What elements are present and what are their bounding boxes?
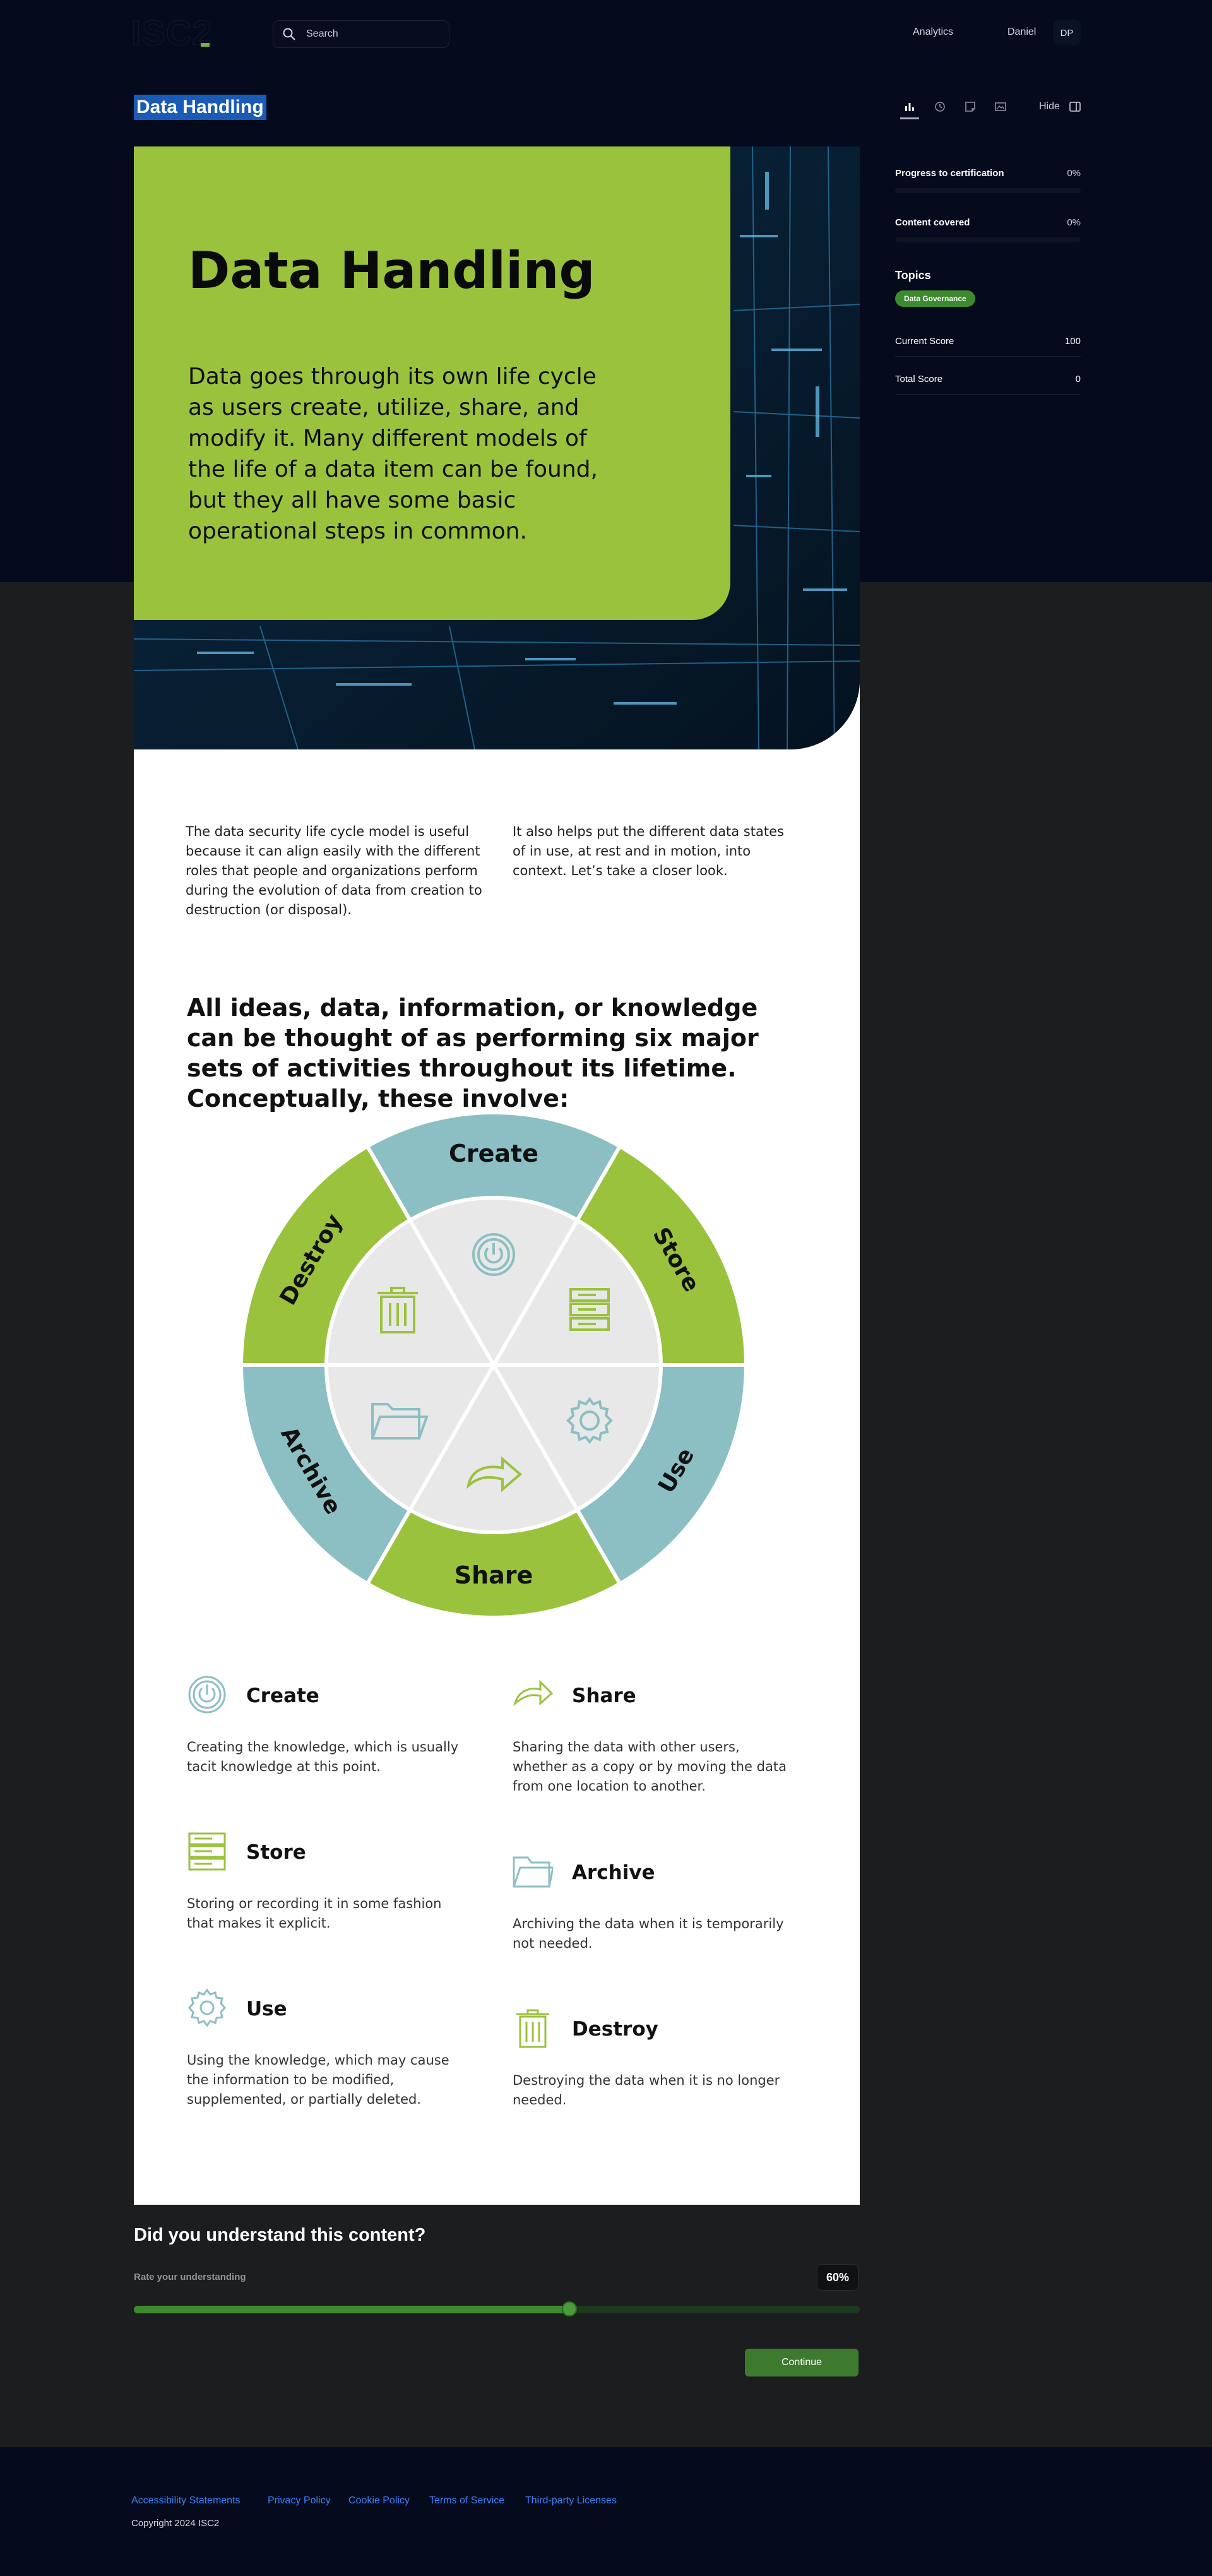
wheel-label-share: Share — [454, 1561, 533, 1589]
stage-store-title: Store — [246, 1841, 306, 1864]
hide-panel-label[interactable]: Hide — [1039, 101, 1060, 112]
folder-icon — [513, 1856, 553, 1888]
footer-link-accessibility[interactable]: Accessibility Statements — [131, 2495, 241, 2507]
stage-share-desc: Sharing the data with other users, wheth… — [513, 1739, 787, 1794]
rate-understanding-label: Rate your understanding — [134, 2272, 246, 2282]
feedback-title: Did you understand this content? — [134, 2225, 426, 2245]
nav-analytics-link[interactable]: Analytics — [913, 27, 953, 38]
content-covered: Content covered 0% — [895, 217, 1081, 249]
progress-certification: Progress to certification 0% — [895, 168, 1081, 200]
content-covered-label: Content covered — [895, 217, 970, 228]
understanding-slider-fill — [134, 2306, 569, 2313]
wheel-power-icon — [472, 1233, 515, 1276]
history-icon[interactable] — [933, 100, 947, 114]
topics-heading: Topics — [895, 269, 931, 282]
lesson-card: Data Handling Data goes through its own … — [134, 146, 860, 2205]
footer-link-privacy[interactable]: Privacy Policy — [268, 2495, 331, 2507]
hero-text: Data goes through its own life cycle as … — [188, 364, 598, 544]
footer-link-cookie[interactable]: Cookie Policy — [348, 2495, 410, 2507]
copyright: Copyright 2024 ISC2 — [131, 2518, 220, 2529]
stage-destroy-title: Destroy — [572, 2018, 658, 2041]
search-icon — [283, 28, 295, 40]
data-lifecycle-wheel: Create Store Use Share Archive Destroy — [241, 1112, 746, 1618]
current-score-value: 100 — [1064, 336, 1081, 347]
hero-title: Data Handling — [188, 241, 595, 300]
stage-share-title: Share — [572, 1685, 636, 1707]
top-header: ISC2 Search Analytics Daniel DP — [0, 0, 1212, 68]
progress-value: 0% — [1067, 168, 1081, 179]
stage-destroy-desc: Destroying the data when it is no longer… — [513, 2073, 780, 2108]
bar-chart-icon[interactable] — [903, 100, 917, 114]
collapse-panel-icon[interactable] — [1068, 100, 1082, 114]
understanding-value: 60% — [817, 2264, 858, 2291]
stage-destroy: Destroy Destroying the data when it is n… — [513, 2008, 816, 2121]
progress-label: Progress to certification — [895, 168, 1004, 179]
content-covered-value: 0% — [1067, 217, 1081, 228]
note-icon[interactable] — [963, 100, 977, 114]
content-covered-bar — [895, 237, 1081, 242]
server-icon — [188, 1832, 226, 1871]
progress-bar — [895, 188, 1081, 193]
power-icon — [188, 1676, 226, 1714]
intro-right-paragraph: It also helps put the different data sta… — [513, 824, 784, 878]
total-score-row: Total Score 0 — [895, 369, 1081, 395]
stage-use: Use Using the knowledge, which may cause… — [187, 1988, 490, 2114]
topic-chip[interactable]: Data Governance — [895, 290, 975, 307]
stage-create-title: Create — [246, 1685, 319, 1707]
image-icon[interactable] — [994, 100, 1007, 114]
current-score-row: Current Score 100 — [895, 331, 1081, 357]
stage-share: Share Sharing the data with other users,… — [513, 1674, 816, 1801]
hero-panel: Data Handling Data goes through its own … — [134, 146, 730, 620]
intro-left-paragraph: The data security life cycle model is us… — [186, 824, 482, 917]
footer-link-terms[interactable]: Terms of Service — [429, 2495, 504, 2507]
stage-create-desc: Creating the knowledge, which is usually… — [187, 1739, 459, 1774]
lead-paragraph: All ideas, data, information, or knowled… — [187, 994, 759, 1112]
stage-use-desc: Using the knowledge, which may cause the… — [187, 2053, 449, 2107]
search-input[interactable]: Search — [273, 20, 449, 48]
search-placeholder: Search — [306, 28, 338, 39]
trash-icon — [516, 2009, 549, 2048]
stage-archive-title: Archive — [572, 1861, 655, 1884]
wheel-label-create: Create — [449, 1140, 538, 1167]
page-title: Data Handling — [134, 95, 266, 120]
stage-use-title: Use — [246, 1998, 287, 2020]
logo-accent-mark — [201, 43, 210, 47]
continue-button[interactable]: Continue — [745, 2349, 858, 2376]
understanding-slider-handle[interactable] — [562, 2301, 577, 2317]
stage-archive: Archive Archiving the data when it is te… — [513, 1851, 816, 1965]
footer: Accessibility Statements Privacy Policy … — [0, 2447, 1212, 2576]
active-tool-indicator — [900, 117, 919, 119]
share-arrow-icon — [513, 1679, 553, 1707]
stage-create: Create Creating the knowledge, which is … — [187, 1674, 490, 1788]
total-score-label: Total Score — [895, 374, 943, 385]
user-name[interactable]: Daniel — [1007, 27, 1036, 38]
gear-icon — [188, 1988, 226, 2027]
current-score-label: Current Score — [895, 336, 954, 347]
avatar[interactable]: DP — [1053, 20, 1081, 45]
stage-store-desc: Storing or recording it in some fashion … — [187, 1896, 442, 1931]
stage-store: Store Storing or recording it in some fa… — [187, 1831, 490, 1945]
footer-link-licenses[interactable]: Third-party Licenses — [525, 2495, 617, 2507]
total-score-value: 0 — [1075, 374, 1081, 385]
stage-archive-desc: Archiving the data when it is temporaril… — [513, 1916, 784, 1951]
understanding-slider[interactable] — [134, 2301, 860, 2317]
